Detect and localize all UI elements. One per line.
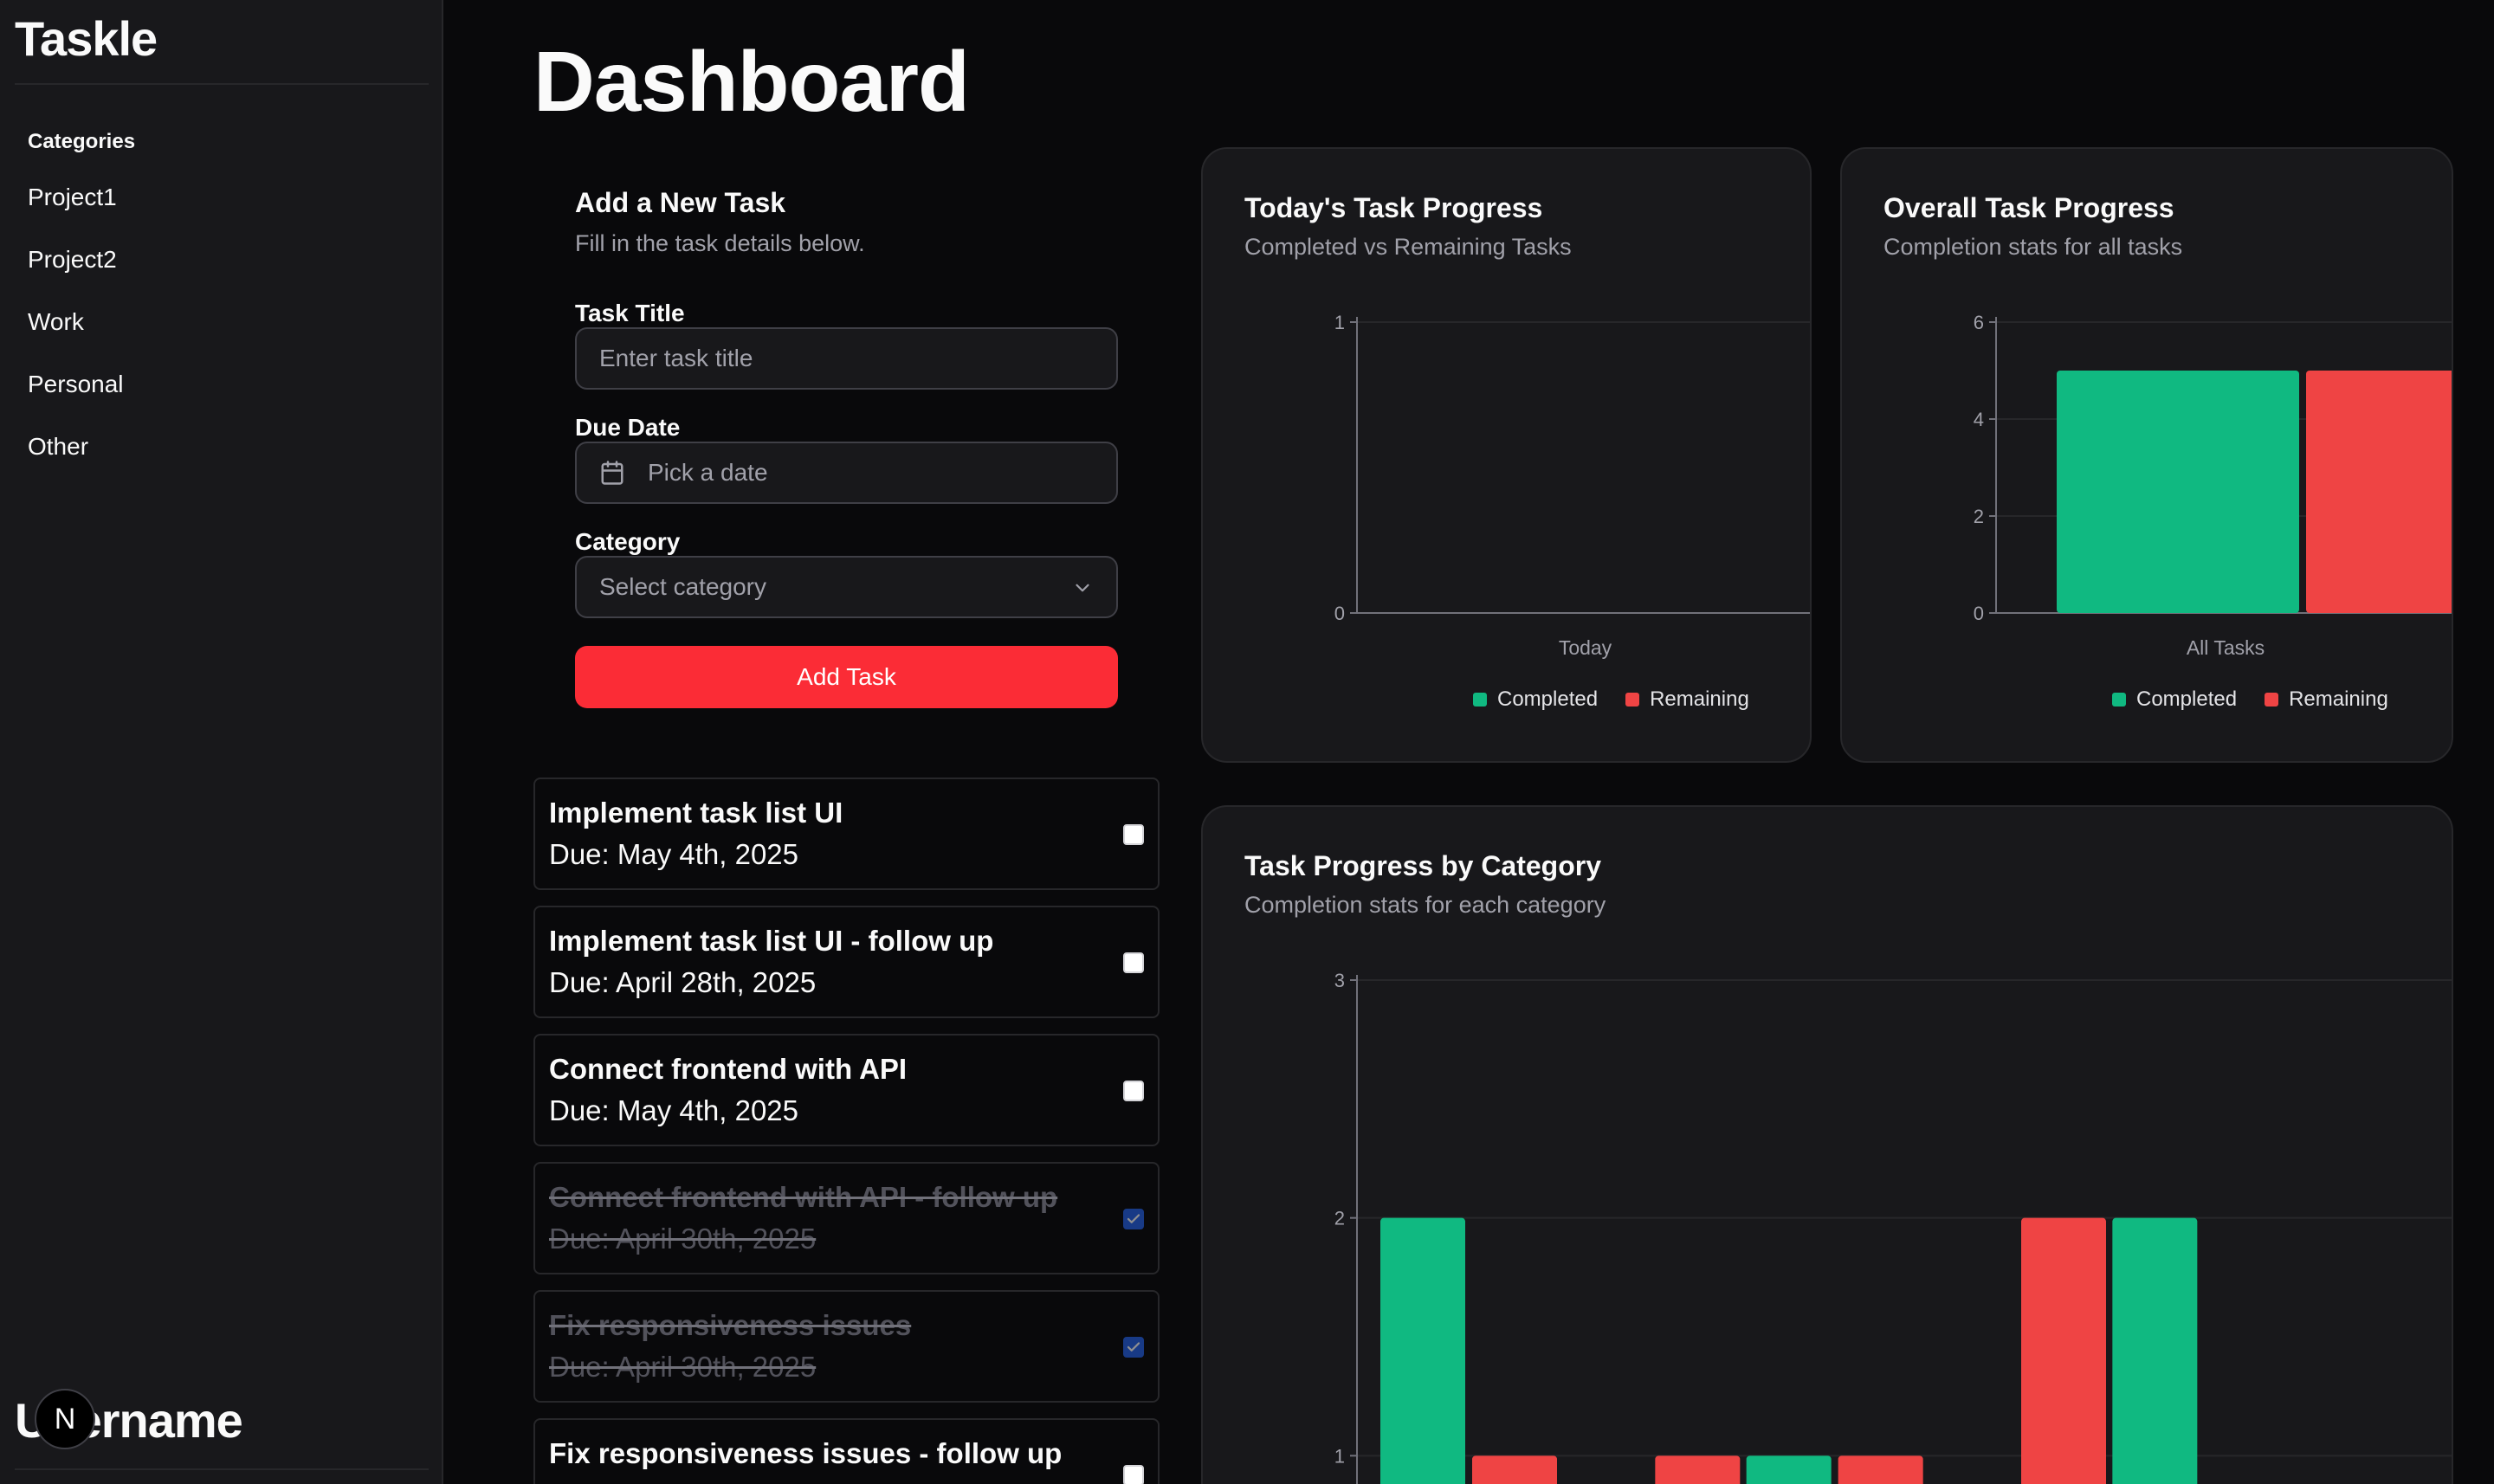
task-title-placeholder: Enter task title xyxy=(599,345,753,371)
due-date-label: Due Date xyxy=(575,414,681,441)
legend-remaining: Remaining xyxy=(1625,687,1749,712)
task-title: Fix responsiveness issues xyxy=(549,1309,912,1341)
y-tick-label: 0 xyxy=(1334,603,1345,624)
category-placeholder: Select category xyxy=(599,573,766,600)
y-tick-label: 1 xyxy=(1334,312,1345,333)
task-checkbox-checked[interactable] xyxy=(1123,1337,1144,1358)
bar-completed xyxy=(1380,1217,1465,1484)
task-due-date: Due: April 30th, 2025 xyxy=(549,1351,817,1383)
categories-label: Categories xyxy=(28,130,136,153)
x-tick-label: Today xyxy=(1559,636,1612,659)
task-checkbox[interactable] xyxy=(1123,952,1144,973)
app-title: Taskle xyxy=(15,11,158,66)
form-title: Add a New Task xyxy=(575,187,786,218)
check-icon xyxy=(1127,1214,1140,1223)
overall-progress-card: Overall Task Progress Completion stats f… xyxy=(1840,147,2453,763)
legend-swatch xyxy=(1625,693,1640,707)
task-item[interactable]: Fix responsiveness issues - follow up xyxy=(533,1418,1160,1484)
legend-label: Remaining xyxy=(2289,687,2388,711)
overall-progress-chart: 0 2 4 6 All Tasks xyxy=(1974,312,2452,659)
sidebar-item-project2[interactable]: Project2 xyxy=(28,246,117,274)
legend-label: Completed xyxy=(1497,687,1599,711)
y-tick-label: 0 xyxy=(1974,603,1984,624)
sidebar-item-project1[interactable]: Project1 xyxy=(28,184,117,211)
chart-legend: Completed Remaining xyxy=(2112,687,2388,712)
y-tick-label: 4 xyxy=(1974,409,1984,430)
legend-remaining: Remaining xyxy=(2265,687,2388,712)
sidebar-item-work[interactable]: Work xyxy=(28,308,84,336)
task-title-label: Task Title xyxy=(575,300,685,326)
sidebar-divider xyxy=(15,83,429,85)
task-checkbox[interactable] xyxy=(1123,1081,1144,1101)
category-select[interactable]: Select category xyxy=(575,556,1118,618)
sidebar-item-personal[interactable]: Personal xyxy=(28,371,124,398)
legend-swatch xyxy=(2112,693,2126,707)
legend-completed: Completed xyxy=(1473,687,1598,712)
bar-remaining xyxy=(2021,1217,2106,1484)
task-due-date: Due: May 4th, 2025 xyxy=(549,838,799,870)
today-progress-card: Today's Task Progress Completed vs Remai… xyxy=(1201,147,1812,763)
bar-completed xyxy=(1746,1455,1832,1484)
task-item-completed[interactable]: Connect frontend with API - follow up Du… xyxy=(533,1162,1160,1274)
task-due-date: Due: May 4th, 2025 xyxy=(549,1094,799,1126)
category-label: Category xyxy=(575,528,681,555)
task-due-date: Due: April 28th, 2025 xyxy=(549,966,817,998)
y-tick-label: 1 xyxy=(1334,1445,1345,1467)
add-task-button[interactable]: Add Task xyxy=(575,646,1118,708)
task-checkbox[interactable] xyxy=(1123,824,1144,845)
check-icon xyxy=(1127,1342,1140,1352)
x-tick-label: All Tasks xyxy=(2187,636,2265,659)
task-title: Fix responsiveness issues - follow up xyxy=(549,1437,1063,1469)
task-due-date: Due: April 30th, 2025 xyxy=(549,1223,817,1255)
legend-swatch xyxy=(2265,693,2279,707)
legend-label: Completed xyxy=(2136,687,2238,711)
page-title: Dashboard xyxy=(533,34,970,129)
chart-legend: Completed Remaining xyxy=(1473,687,1749,712)
task-item[interactable]: Connect frontend with API Due: May 4th, … xyxy=(533,1034,1160,1146)
chevron-down-icon xyxy=(1071,577,1094,605)
bar-remaining xyxy=(2306,371,2452,613)
legend-swatch xyxy=(1473,693,1487,707)
category-progress-chart: 1 2 3 xyxy=(1334,970,2452,1484)
y-tick-label: 6 xyxy=(1974,312,1984,333)
sidebar-item-other[interactable]: Other xyxy=(28,433,88,461)
due-date-placeholder: Pick a date xyxy=(648,459,768,486)
legend-completed: Completed xyxy=(2112,687,2237,712)
bar-remaining xyxy=(1838,1455,1923,1484)
sidebar-divider-bottom xyxy=(15,1468,429,1470)
task-checkbox[interactable] xyxy=(1123,1465,1144,1484)
next-badge-icon[interactable]: N xyxy=(35,1389,95,1449)
bar-remaining xyxy=(1472,1455,1557,1484)
calendar-icon xyxy=(599,460,625,486)
task-item[interactable]: Implement task list UI Due: May 4th, 202… xyxy=(533,777,1160,890)
task-item[interactable]: Implement task list UI - follow up Due: … xyxy=(533,906,1160,1018)
due-date-picker[interactable]: Pick a date xyxy=(575,442,1118,504)
bar-completed xyxy=(2112,1217,2198,1484)
task-title: Implement task list UI - follow up xyxy=(549,925,994,957)
y-tick-label: 3 xyxy=(1334,970,1345,991)
form-subtitle: Fill in the task details below. xyxy=(575,230,865,256)
task-title: Connect frontend with API xyxy=(549,1053,908,1085)
legend-label: Remaining xyxy=(1650,687,1749,711)
y-tick-label: 2 xyxy=(1334,1208,1345,1229)
task-title: Implement task list UI xyxy=(549,797,843,829)
task-title: Connect frontend with API - follow up xyxy=(549,1181,1058,1213)
today-progress-chart: 0 1 Today xyxy=(1334,312,1810,659)
bar-completed xyxy=(2057,371,2299,613)
task-checkbox-checked[interactable] xyxy=(1123,1209,1144,1229)
y-tick-label: 2 xyxy=(1974,506,1984,527)
bar-remaining xyxy=(1655,1455,1741,1484)
task-item-completed[interactable]: Fix responsiveness issues Due: April 30t… xyxy=(533,1290,1160,1403)
task-title-input[interactable]: Enter task title xyxy=(575,327,1118,390)
category-progress-card: Task Progress by Category Completion sta… xyxy=(1201,805,2453,1484)
sidebar: Taskle Categories Project1 Project2 Work… xyxy=(0,0,443,1484)
